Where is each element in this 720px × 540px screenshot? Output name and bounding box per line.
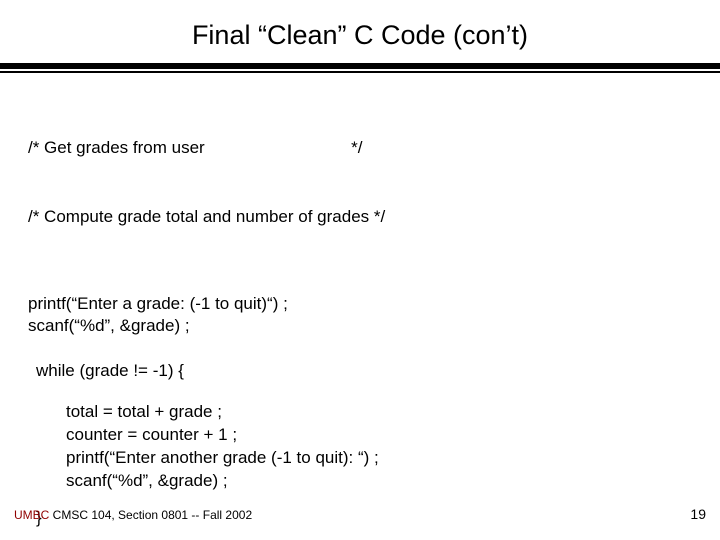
page-number: 19 bbox=[690, 506, 706, 522]
loop-body: total = total + grade ; counter = counte… bbox=[28, 401, 692, 493]
code-counter: counter = counter + 1 ; bbox=[66, 424, 692, 447]
slide-content: /* Get grades from user */ /* Compute gr… bbox=[0, 91, 720, 530]
code-comment-1: /* Get grades from user */ bbox=[28, 137, 692, 160]
code-printf-2: printf(“Enter another grade (-1 to quit)… bbox=[66, 447, 692, 470]
footer-umbc: UMBC bbox=[14, 508, 49, 522]
title-rule-thick bbox=[0, 63, 720, 69]
slide-footer: UMBC CMSC 104, Section 0801 -- Fall 2002… bbox=[14, 506, 706, 522]
while-line: while (grade != -1) { bbox=[28, 360, 692, 383]
code-printf-1: printf(“Enter a grade: (-1 to quit)“) ; bbox=[28, 293, 692, 316]
footer-left: UMBC CMSC 104, Section 0801 -- Fall 2002 bbox=[14, 508, 252, 522]
comment-block: /* Get grades from user */ /* Compute gr… bbox=[28, 91, 692, 275]
code-total: total = total + grade ; bbox=[66, 401, 692, 424]
slide-title: Final “Clean” C Code (con’t) bbox=[0, 0, 720, 63]
title-rule-thin bbox=[0, 71, 720, 73]
io-block: printf(“Enter a grade: (-1 to quit)“) ; … bbox=[28, 293, 692, 339]
code-scanf-1: scanf(“%d”, &grade) ; bbox=[28, 315, 692, 338]
code-scanf-2: scanf(“%d”, &grade) ; bbox=[66, 470, 692, 493]
footer-course: CMSC 104, Section 0801 -- Fall 2002 bbox=[49, 508, 252, 522]
code-comment-2: /* Compute grade total and number of gra… bbox=[28, 206, 692, 229]
